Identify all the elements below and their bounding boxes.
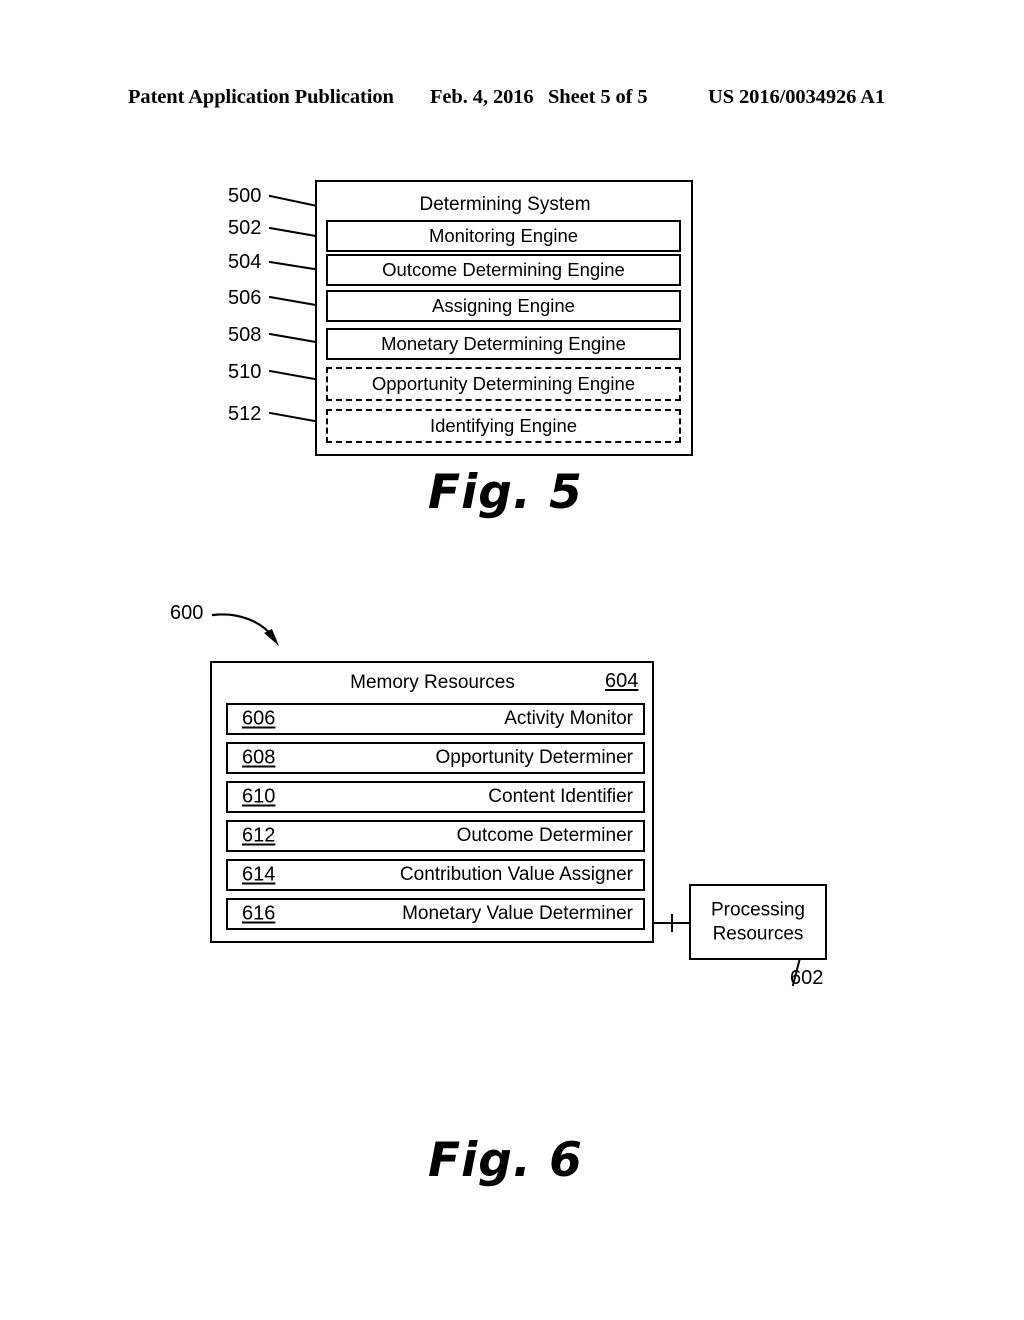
header-date-label: Feb. 4, 2016 — [430, 86, 534, 108]
monetary-value-determiner-label: Monetary Value Determiner — [402, 903, 633, 924]
monetary-determining-engine-label: Monetary Determining Engine — [381, 332, 626, 354]
ref-616: 616 — [242, 902, 276, 925]
header-patent-number: US 2016/0034926 A1 — [708, 86, 886, 108]
processing-resources-line-1: Processing — [711, 899, 805, 921]
ref-610: 610 — [242, 785, 276, 808]
identifying-engine-box: Identifying Engine — [326, 409, 681, 443]
contribution-value-assigner-box: 614 Contribution Value Assigner — [226, 859, 645, 891]
outcome-determining-engine-label: Outcome Determining Engine — [382, 258, 625, 280]
outcome-determining-engine-box: Outcome Determining Engine — [326, 254, 681, 286]
ref-500: 500 — [228, 185, 262, 207]
ref-614: 614 — [242, 863, 276, 886]
determining-system-title: Determining System — [419, 194, 591, 215]
monitoring-engine-box: Monitoring Engine — [326, 220, 681, 252]
contribution-value-assigner-label: Contribution Value Assigner — [399, 864, 633, 885]
page-header: Patent Application Publication Feb. 4, 2… — [0, 86, 1024, 114]
ref-502: 502 — [228, 217, 262, 239]
opportunity-determiner-box: 608 Opportunity Determiner — [226, 742, 645, 774]
ref-508: 508 — [228, 324, 262, 346]
processing-resources-label: Processing Resources — [691, 898, 825, 946]
monetary-value-determiner-box: 616 Monetary Value Determiner — [226, 898, 645, 930]
activity-monitor-label: Activity Monitor — [504, 708, 633, 729]
ref-602: 602 — [790, 967, 824, 989]
header-publication-label: Patent Application Publication — [128, 86, 394, 108]
content-identifier-box: 610 Content Identifier — [226, 781, 645, 813]
processing-resources-line-2: Resources — [712, 923, 804, 944]
monitoring-engine-label: Monitoring Engine — [428, 224, 579, 246]
opportunity-determining-engine-label: Opportunity Determining Engine — [371, 372, 636, 394]
ref-606: 606 — [242, 707, 276, 730]
assigning-engine-label: Assigning Engine — [432, 294, 575, 316]
ref-600: 600 — [170, 602, 204, 624]
ref-512: 512 — [228, 403, 262, 425]
opportunity-determining-engine-box: Opportunity Determining Engine — [326, 367, 681, 401]
assigning-engine-box: Assigning Engine — [326, 290, 681, 322]
figure-6-caption: Fig. 6 — [428, 1133, 583, 1188]
processing-resources-box: Processing Resources — [689, 884, 827, 960]
ref-608: 608 — [242, 746, 276, 769]
ref-604: 604 — [605, 670, 639, 692]
content-identifier-label: Content Identifier — [488, 786, 633, 807]
ref-612: 612 — [242, 824, 276, 847]
ref-510: 510 — [228, 361, 262, 383]
opportunity-determiner-label: Opportunity Determiner — [435, 747, 633, 768]
header-sheet-label: Sheet 5 of 5 — [548, 86, 648, 108]
figure-5-caption: Fig. 5 — [428, 465, 583, 520]
outcome-determiner-box: 612 Outcome Determiner — [226, 820, 645, 852]
identifying-engine-label: Identifying Engine — [429, 414, 578, 436]
outcome-determiner-label: Outcome Determiner — [456, 825, 633, 846]
activity-monitor-box: 606 Activity Monitor — [226, 703, 645, 735]
ref-504: 504 — [228, 251, 262, 273]
monetary-determining-engine-box: Monetary Determining Engine — [326, 328, 681, 360]
ref-506: 506 — [228, 287, 262, 309]
memory-resources-title: Memory Resources — [350, 672, 515, 693]
